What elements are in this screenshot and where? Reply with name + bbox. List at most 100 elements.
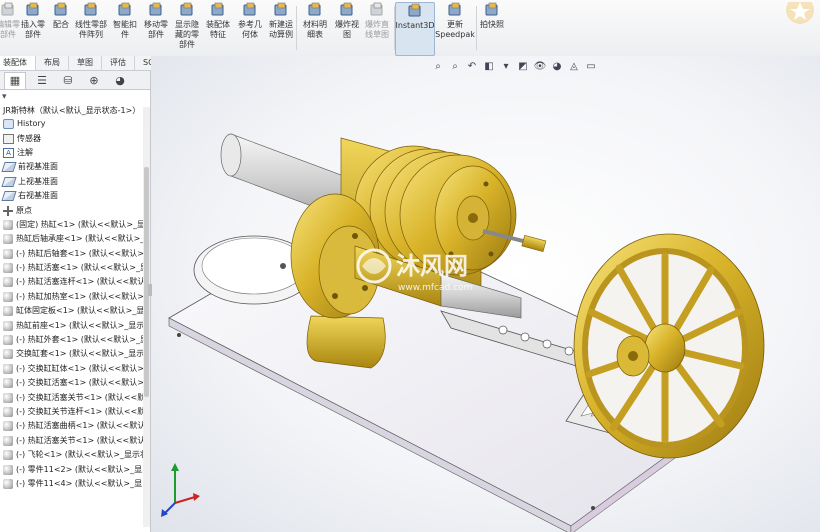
ribbon-button-label: 参考几 何体	[238, 20, 262, 39]
ribbon-button-assembly-feature[interactable]: 装配体 特征	[203, 2, 233, 54]
zoom-fit-icon[interactable]: ⌕	[432, 60, 444, 72]
tree-item[interactable]: A 注解	[0, 146, 150, 160]
tree-root-assembly[interactable]: JR斯特林（默认<默认_显示状态-1>）	[0, 104, 150, 117]
ribbon-button-snapshot[interactable]: 拍快照	[477, 2, 507, 54]
part-icon	[3, 363, 13, 374]
zoom-area-icon[interactable]: ⌕	[449, 60, 461, 72]
part-icon	[3, 435, 13, 446]
display-manager-tab-icon[interactable]: ◕	[110, 72, 130, 88]
tree-item[interactable]: (-) 交换缸缸体<1> (默认<<默认>	[0, 362, 150, 376]
tree-item-label: (-) 热缸外套<1> (默认<<默认>_显	[16, 335, 148, 345]
tree-item[interactable]: (-) 热缸活塞关节<1> (默认<<默认	[0, 434, 150, 448]
scene-icon[interactable]: ◬	[568, 60, 580, 72]
tree-item[interactable]: 传感器	[0, 131, 150, 145]
ribbon-button-label: 拍快照	[480, 20, 504, 29]
tree-item[interactable]: History	[0, 117, 150, 131]
panel-splitter-handle[interactable]	[148, 284, 152, 296]
configuration-manager-tab-icon[interactable]: ⛁	[58, 72, 78, 88]
tree-item[interactable]: (-) 热缸加热室<1> (默认<<默认>_	[0, 290, 150, 304]
ribbon-button-label: 材料明 细表	[303, 20, 327, 39]
tree-item[interactable]: (固定) 热缸<1> (默认<<默认>_显	[0, 218, 150, 232]
tree-item[interactable]: (-) 交换缸关节连杆<1> (默认<<默	[0, 405, 150, 419]
tree-scrollbar-thumb[interactable]	[144, 167, 149, 397]
property-manager-tab-icon[interactable]: ☰	[32, 72, 52, 88]
watermark-url: www.mfcad.com	[398, 283, 472, 293]
insert-component-icon	[25, 2, 41, 18]
ribbon-button-mate[interactable]: 配合	[50, 2, 72, 54]
panel-tabs: ▦ ☰ ⛁ ⊕ ◕	[0, 71, 150, 90]
ribbon-button-speedpak[interactable]: 更新 Speedpak	[435, 2, 475, 54]
tree-item[interactable]: (-) 热缸活塞曲柄<1> (默认<<默认>	[0, 419, 150, 433]
tree-item-label: (-) 交换缸活塞关节<1> (默认<<默	[16, 392, 146, 402]
filter-icon[interactable]: ▾	[2, 92, 7, 102]
part-icon	[3, 277, 13, 288]
tree-item-label: (-) 交换缸缸体<1> (默认<<默认>	[16, 363, 144, 373]
edit-component-icon	[0, 2, 16, 18]
ribbon-button-label: Instant3D	[395, 21, 435, 30]
feature-manager-tab-icon[interactable]: ▦	[4, 71, 26, 89]
tree-item-label: (-) 热缸后轴套<1> (默认<<默认>_	[16, 248, 148, 258]
tree-item[interactable]: (-) 飞轮<1> (默认<<默认>_显示状	[0, 448, 150, 462]
edit-appearance-icon[interactable]: ◕	[551, 60, 563, 72]
part-icon	[3, 335, 13, 346]
tree-item[interactable]: (-) 热缸外套<1> (默认<<默认>_显	[0, 333, 150, 347]
tree-item[interactable]: 右视基准面	[0, 189, 150, 203]
view-orientation-icon[interactable]: ▾	[500, 60, 512, 72]
ribbon-button-show-hidden[interactable]: 显示隐 藏的零 部件	[172, 2, 202, 54]
ribbon-button-motion-study[interactable]: 新建运 动算例	[266, 2, 296, 54]
tab-3[interactable]: 评估	[102, 56, 135, 70]
ribbon-button-move-component[interactable]: 移动零 部件	[141, 2, 171, 54]
tree-item[interactable]: (-) 交换缸活塞关节<1> (默认<<默	[0, 390, 150, 404]
tree-item[interactable]: 缸体固定板<1> (默认<<默认>_显	[0, 304, 150, 318]
origin-icon	[3, 205, 13, 216]
ribbon-button-label: 线性零部 件阵列	[75, 20, 107, 39]
tree-item[interactable]: (-) 热缸后轴套<1> (默认<<默认>_	[0, 247, 150, 261]
tree-item-label: 缸体固定板<1> (默认<<默认>_显	[16, 306, 145, 316]
part-icon	[3, 407, 13, 417]
ribbon-button-linear-pattern[interactable]: 线性零部 件阵列	[73, 2, 109, 54]
tab-0[interactable]: 装配体	[0, 56, 36, 70]
tree-item[interactable]: 上视基准面	[0, 175, 150, 189]
ribbon-button-insert-component[interactable]: 插入零 部件	[19, 2, 47, 54]
section-view-icon[interactable]: ◧	[483, 60, 495, 72]
ribbon-button-smart-fastener[interactable]: 智能扣 件	[111, 2, 139, 54]
part-icon	[3, 248, 13, 259]
ribbon-button-label: 爆炸直 线草图	[365, 20, 389, 39]
heads-up-view-toolbar: ⌕ ⌕ ↶ ◧ ▾ ◩ 👁 ◕ ◬ ▭	[432, 60, 597, 72]
ribbon-button-instant3d[interactable]: Instant3D	[395, 2, 435, 56]
tree-item[interactable]: (-) 交换缸活塞<1> (默认<<默认>	[0, 376, 150, 390]
tree-item[interactable]: (-) 零件11<2> (默认<<默认>_显	[0, 462, 150, 476]
tree-item[interactable]: 热缸前座<1> (默认<<默认>_显示	[0, 318, 150, 332]
graphics-area[interactable]: ⌕ ⌕ ↶ ◧ ▾ ◩ 👁 ◕ ◬ ▭ 沐风网 www.mfcad.com	[151, 56, 820, 532]
tree-item[interactable]: 热缸后轴承座<1> (默认<<默认>_	[0, 232, 150, 246]
feature-tree: History 传感器 A 注解 前视基准面 上视基准面 右视基准面 原点 (固定) 热缸<1>…	[0, 117, 150, 491]
previous-view-icon[interactable]: ↶	[466, 60, 478, 72]
ribbon-button-bom[interactable]: 材料明 细表	[300, 2, 330, 54]
watermark-text: 沐风网	[396, 252, 468, 280]
tree-item[interactable]: (-) 热缸活塞<1> (默认<<默认>_显	[0, 261, 150, 275]
part-icon	[3, 421, 13, 432]
tree-item[interactable]: 原点	[0, 203, 150, 217]
ribbon-button-explode-line-sketch[interactable]: 爆炸直 线草图	[362, 2, 392, 54]
tab-1[interactable]: 布局	[36, 56, 69, 70]
tree-filter-row[interactable]: ▾	[0, 90, 150, 104]
tab-2[interactable]: 草图	[69, 56, 102, 70]
tree-item-label: 传感器	[17, 133, 41, 143]
ribbon-button-exploded-view[interactable]: 爆炸视 图	[332, 2, 362, 54]
tree-item[interactable]: 交换缸套<1> (默认<<默认>_显示	[0, 347, 150, 361]
part-icon	[3, 320, 13, 331]
annotation-icon: A	[3, 147, 14, 158]
dimxpert-tab-icon[interactable]: ⊕	[84, 72, 104, 88]
display-style-icon[interactable]: ◩	[517, 60, 529, 72]
tree-item-label: (-) 飞轮<1> (默认<<默认>_显示状	[16, 450, 148, 460]
part-icon	[3, 219, 13, 230]
tree-item-label: (-) 热缸活塞连杆<1> (默认<<默认>_	[16, 277, 151, 287]
tree-item[interactable]: 前视基准面	[0, 160, 150, 174]
ribbon-button-reference-geometry[interactable]: 参考几 何体	[235, 2, 265, 54]
part-icon	[3, 306, 13, 317]
tree-item[interactable]: (-) 零件11<4> (默认<<默认>_显	[0, 477, 150, 491]
tree-scrollbar[interactable]	[143, 107, 150, 527]
hide-show-icon[interactable]: 👁	[534, 60, 547, 72]
view-settings-icon[interactable]: ▭	[585, 60, 597, 72]
tree-item[interactable]: (-) 热缸活塞连杆<1> (默认<<默认>_	[0, 275, 150, 289]
